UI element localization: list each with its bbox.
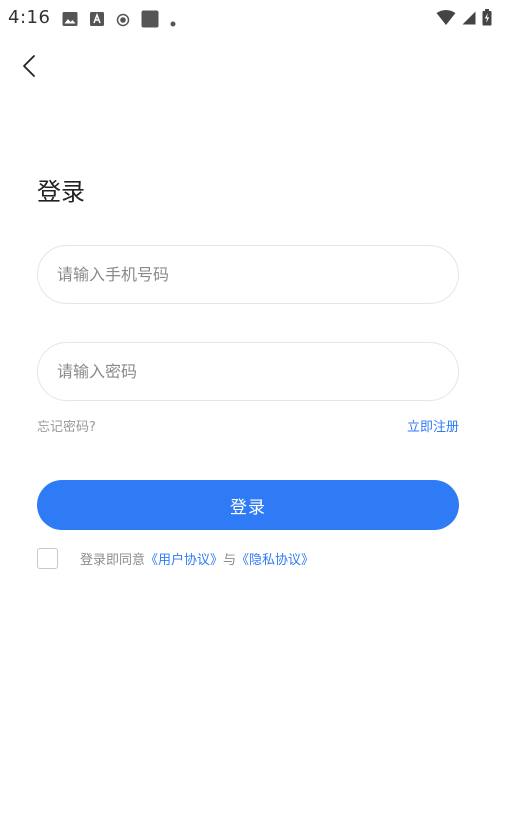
- status-bar: 4:16: [0, 0, 512, 36]
- record-icon: [116, 12, 130, 31]
- forgot-password-link[interactable]: 忘记密码?: [37, 416, 96, 435]
- agreement-text: 登录即同意《用户协议》与《隐私协议》: [80, 549, 314, 568]
- agreement-prefix: 登录即同意: [80, 553, 146, 568]
- privacy-policy-link[interactable]: 《隐私协议》: [236, 553, 314, 568]
- notification-icons: [62, 10, 187, 32]
- signal-icon: [462, 10, 476, 29]
- back-button[interactable]: [12, 48, 48, 84]
- dot-icon: [170, 12, 176, 31]
- user-agreement-link[interactable]: 《用户协议》: [145, 553, 223, 568]
- wifi-icon: [436, 9, 456, 30]
- system-icons: [430, 9, 492, 30]
- page-title: 登录: [37, 178, 85, 206]
- status-time: 4:16: [8, 7, 51, 28]
- phone-field[interactable]: [37, 245, 459, 304]
- password-input[interactable]: [57, 343, 437, 400]
- square-icon: [141, 10, 159, 32]
- chevron-left-icon: [23, 55, 35, 77]
- phone-input[interactable]: [57, 246, 437, 303]
- agreement-checkbox[interactable]: [37, 548, 58, 569]
- battery-charging-icon: [482, 9, 492, 30]
- image-icon: [62, 11, 78, 31]
- login-button[interactable]: 登录: [37, 480, 459, 530]
- register-link[interactable]: 立即注册: [407, 416, 459, 435]
- password-field[interactable]: [37, 342, 459, 401]
- agreement-connector: 与: [223, 553, 237, 568]
- text-a-icon: [89, 11, 105, 31]
